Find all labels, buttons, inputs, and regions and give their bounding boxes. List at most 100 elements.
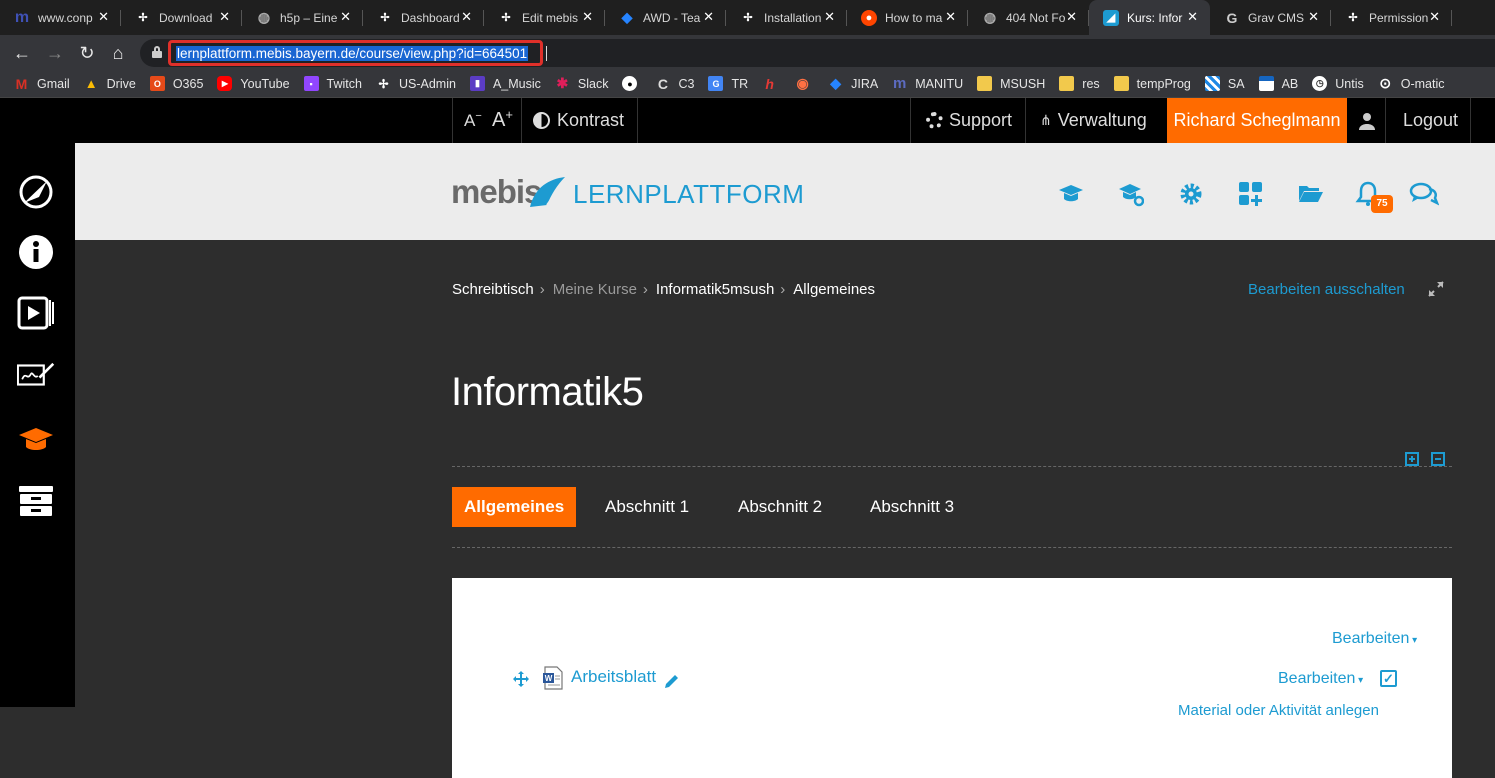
close-icon[interactable]: ✕ bbox=[340, 9, 351, 25]
archive-icon[interactable] bbox=[17, 482, 55, 520]
support-button[interactable]: Support bbox=[926, 98, 1012, 143]
mebis-home-icon[interactable] bbox=[17, 173, 55, 211]
bookmark-tr[interactable]: G TR bbox=[708, 76, 748, 91]
word-document-icon: W bbox=[543, 666, 563, 690]
reload-icon[interactable]: ↻ bbox=[75, 41, 99, 65]
close-icon[interactable]: ✕ bbox=[1429, 9, 1440, 25]
close-icon[interactable]: ✕ bbox=[582, 9, 593, 25]
browser-tab[interactable]: m www.conp ✕ bbox=[0, 0, 121, 35]
browser-tab-active[interactable]: ◢ Kurs: Infor ✕ bbox=[1089, 0, 1210, 35]
breadcrumb-item[interactable]: Meine Kurse bbox=[553, 281, 637, 298]
bookmark-ring[interactable]: ◉ bbox=[795, 75, 818, 91]
notification-badge: 75 bbox=[1371, 195, 1393, 213]
browser-tab[interactable]: G Grav CMS ✕ bbox=[1210, 0, 1331, 35]
activity-link[interactable]: Arbeitsblatt bbox=[571, 667, 656, 687]
folder-icon bbox=[1113, 76, 1129, 91]
add-activity-link[interactable]: Material oder Aktivität anlegen bbox=[1178, 702, 1379, 719]
bookmark-res[interactable]: res bbox=[1059, 76, 1100, 91]
url-text[interactable]: lernplattform.mebis.bayern.de/course/vie… bbox=[176, 46, 529, 61]
home-icon[interactable]: ⌂ bbox=[106, 41, 130, 65]
grav-icon: ✢ bbox=[138, 12, 148, 24]
browser-tab[interactable]: ◍ 404 Not Fo ✕ bbox=[968, 0, 1089, 35]
bookmark-o-matic[interactable]: ⊙ O-matic bbox=[1378, 75, 1444, 91]
admin-button[interactable]: ⋔ Verwaltung bbox=[1040, 98, 1147, 143]
font-smaller-button[interactable]: A − bbox=[464, 98, 482, 143]
forward-icon[interactable]: → bbox=[43, 41, 67, 65]
user-menu-button[interactable]: Richard Scheglmann bbox=[1167, 98, 1347, 143]
breadcrumb-item[interactable]: Allgemeines bbox=[793, 281, 875, 298]
browser-tab[interactable]: ✢ Permission ✕ bbox=[1331, 0, 1452, 35]
pencil-icon[interactable] bbox=[663, 673, 680, 690]
messages-icon[interactable] bbox=[1409, 181, 1439, 207]
bookmark-untis[interactable]: ◷ Untis bbox=[1312, 76, 1364, 91]
browser-tab[interactable]: ✢ Dashboard ✕ bbox=[363, 0, 484, 35]
tab-allgemeines[interactable]: Allgemeines bbox=[452, 487, 577, 527]
caret-down-icon: ▾ bbox=[1355, 675, 1364, 686]
activity-edit-menu[interactable]: Bearbeiten ▾ bbox=[1278, 670, 1363, 688]
bookmark-c3[interactable]: C C3 bbox=[655, 75, 695, 92]
close-icon[interactable]: ✕ bbox=[219, 9, 230, 25]
contrast-button[interactable]: Kontrast bbox=[533, 98, 624, 143]
bookmark-tempprog[interactable]: tempProg bbox=[1113, 76, 1191, 91]
close-icon[interactable]: ✕ bbox=[1187, 9, 1198, 25]
tab-abschnitt-1[interactable]: Abschnitt 1 bbox=[605, 487, 689, 527]
close-icon[interactable]: ✕ bbox=[945, 9, 956, 25]
bookmark-gmail[interactable]: M Gmail bbox=[14, 76, 70, 92]
move-icon[interactable] bbox=[512, 670, 530, 688]
section-edit-menu[interactable]: Bearbeiten ▾ bbox=[1332, 630, 1417, 648]
bookmark-manitu[interactable]: m MANITU bbox=[892, 75, 963, 92]
close-icon[interactable]: ✕ bbox=[824, 9, 835, 25]
collapse-all-icon[interactable] bbox=[1431, 452, 1445, 466]
bookmark-o365[interactable]: O O365 bbox=[149, 76, 203, 91]
breadcrumb-item[interactable]: Informatik5msush bbox=[656, 281, 774, 298]
grav-icon: ✢ bbox=[743, 12, 753, 24]
tab-abschnitt-2[interactable]: Abschnitt 2 bbox=[738, 487, 822, 527]
close-icon[interactable]: ✕ bbox=[703, 9, 714, 25]
browser-tab[interactable]: ✢ Edit mebis ✕ bbox=[484, 0, 605, 35]
font-larger-button[interactable]: A + bbox=[492, 98, 513, 143]
media-icon[interactable] bbox=[17, 294, 55, 332]
bookmark-h[interactable]: h bbox=[762, 76, 785, 92]
browser-tab[interactable]: ✢ Download ✕ bbox=[121, 0, 242, 35]
back-icon[interactable]: ← bbox=[10, 41, 34, 65]
close-icon[interactable]: ✕ bbox=[1066, 9, 1077, 25]
graduation-cap-icon[interactable] bbox=[1058, 181, 1084, 207]
course-admin-icon[interactable] bbox=[1118, 181, 1144, 207]
browser-tab[interactable]: ◍ h5p – Eine ✕ bbox=[242, 0, 363, 35]
close-icon[interactable]: ✕ bbox=[461, 9, 472, 25]
bookmark-slack[interactable]: ✱ Slack bbox=[555, 75, 609, 91]
signature-icon[interactable] bbox=[17, 356, 55, 394]
dashboard-add-icon[interactable] bbox=[1238, 181, 1264, 207]
bookmark-us-admin[interactable]: ✢ US-Admin bbox=[376, 76, 456, 91]
browser-tab[interactable]: ◆ AWD - Tea ✕ bbox=[605, 0, 726, 35]
bookmark-ab[interactable]: AB bbox=[1258, 76, 1298, 91]
folder-open-icon[interactable] bbox=[1298, 181, 1324, 207]
bookmark-drive[interactable]: ▲ Drive bbox=[84, 76, 136, 91]
bookmarks-bar: M Gmail ▲ Drive O O365 ▶ YouTube ▪ Twitch ✢ US… bbox=[0, 70, 1495, 98]
edit-mode-toggle[interactable]: Bearbeiten ausschalten bbox=[1248, 281, 1405, 298]
graduation-cap-icon[interactable] bbox=[17, 421, 55, 459]
bookmark-github[interactable]: ● bbox=[622, 76, 645, 91]
close-icon[interactable]: ✕ bbox=[1308, 9, 1319, 25]
info-icon[interactable] bbox=[17, 233, 55, 271]
logout-button[interactable]: Logout bbox=[1403, 98, 1458, 143]
c3-icon: C bbox=[657, 75, 669, 92]
breadcrumb-item[interactable]: Schreibtisch bbox=[452, 281, 534, 298]
browser-tab[interactable]: ✢ Installation ✕ bbox=[726, 0, 847, 35]
bookmark-youtube[interactable]: ▶ YouTube bbox=[217, 76, 290, 91]
bookmark-a-music[interactable]: ▮ A_Music bbox=[469, 76, 541, 91]
omnibox[interactable]: lernplattform.mebis.bayern.de/course/vie… bbox=[140, 39, 1495, 67]
user-profile-icon[interactable] bbox=[1359, 98, 1375, 143]
fullscreen-icon[interactable] bbox=[1427, 280, 1445, 298]
jira-icon: ◆ bbox=[621, 9, 633, 25]
browser-tab[interactable]: ● How to ma ✕ bbox=[847, 0, 968, 35]
completion-checkbox[interactable]: ✓ bbox=[1380, 670, 1397, 687]
bookmark-jira[interactable]: ◆ JIRA bbox=[828, 75, 878, 91]
bookmark-twitch[interactable]: ▪ Twitch bbox=[303, 76, 362, 91]
bookmark-msush[interactable]: MSUSH bbox=[977, 76, 1045, 91]
expand-all-icon[interactable] bbox=[1405, 452, 1419, 466]
bookmark-sa[interactable]: SA bbox=[1204, 76, 1245, 91]
gear-icon[interactable] bbox=[1178, 181, 1204, 207]
tab-abschnitt-3[interactable]: Abschnitt 3 bbox=[870, 487, 954, 527]
close-icon[interactable]: ✕ bbox=[98, 9, 109, 25]
